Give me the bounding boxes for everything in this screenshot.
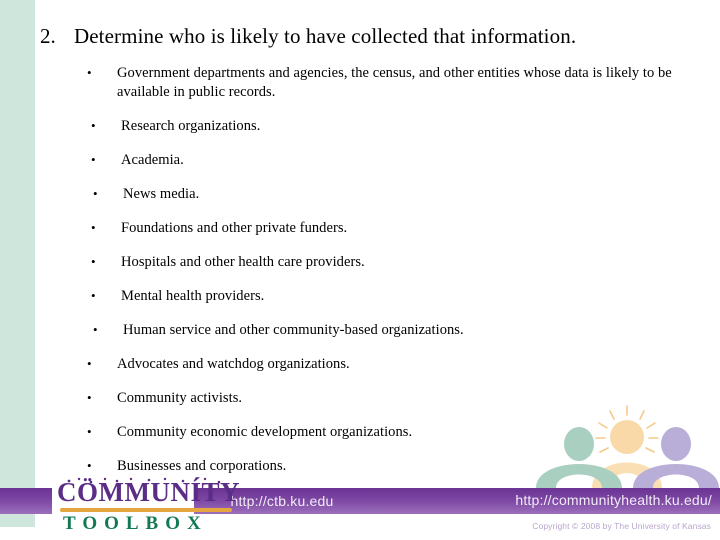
- bullet-item-text: Government departments and agencies, the…: [117, 65, 672, 100]
- logo-orange-rule: [60, 508, 232, 512]
- bullet-marker-icon: •: [91, 220, 96, 235]
- bullet-item-text: Research organizations.: [121, 118, 261, 134]
- bullet-marker-icon: •: [87, 65, 92, 80]
- three-people-sun-icon: [534, 404, 720, 488]
- bullet-list-item: • News media.: [90, 185, 684, 204]
- ctb-url-label: http://ctb.ku.edu: [230, 493, 334, 509]
- bullet-item-text: News media.: [123, 186, 200, 202]
- slide-title-text: Determine who is likely to have collecte…: [74, 24, 577, 48]
- slide-title: 2. Determine who is likely to have colle…: [40, 26, 700, 47]
- bullet-item-text: Community economic development organizat…: [117, 424, 413, 440]
- footer-left-cap: [0, 488, 52, 514]
- bullet-list-item: • Advocates and watchdog organizations.: [84, 355, 684, 374]
- bullet-item-text: Community activists.: [117, 390, 243, 406]
- bullet-list-item: • Research organizations.: [88, 117, 684, 136]
- bullet-list-item: • Human service and other community-based…: [90, 321, 684, 340]
- left-accent-band-green: [0, 0, 35, 527]
- bullet-item-text: Advocates and watchdog organizations.: [117, 356, 350, 372]
- bullet-item-text: Businesses and corporations.: [117, 458, 287, 474]
- bullet-marker-icon: •: [93, 186, 98, 201]
- logo-decorative-dots-icon: [57, 477, 237, 511]
- bullet-marker-icon: •: [91, 118, 96, 133]
- bullet-list-item: • Government departments and agencies, th…: [84, 64, 684, 102]
- bullet-marker-icon: •: [87, 458, 92, 473]
- bullet-marker-icon: •: [91, 288, 96, 303]
- bullet-item-text: Human service and other community-based …: [123, 322, 464, 338]
- bullet-marker-icon: •: [91, 254, 96, 269]
- community-toolbox-logo: CÖMMUNÍTY TOOLBOX: [57, 477, 239, 534]
- bullet-item-text: Mental health providers.: [121, 288, 265, 304]
- bullet-marker-icon: •: [87, 424, 92, 439]
- slide-canvas: 2. Determine who is likely to have colle…: [0, 0, 720, 540]
- bullet-item-text: Hospitals and other health care provider…: [121, 254, 365, 270]
- logo-word-toolbox: TOOLBOX: [63, 513, 208, 534]
- bullet-list-item: • Hospitals and other health care provide…: [88, 253, 684, 272]
- bullet-marker-icon: •: [87, 390, 92, 405]
- left-accent-band-white: [35, 0, 44, 527]
- bullet-list-item: • Foundations and other private funders.: [88, 219, 684, 238]
- bullet-marker-icon: •: [91, 152, 96, 167]
- bullet-marker-icon: •: [93, 322, 98, 337]
- bullet-item-text: Foundations and other private funders.: [121, 220, 348, 236]
- slide-title-number: 2.: [40, 24, 56, 48]
- communityhealth-url-label[interactable]: http://communityhealth.ku.edu/: [515, 492, 712, 508]
- copyright-notice: Copyright © 2008 by The University of Ka…: [532, 521, 711, 531]
- bullet-item-text: Academia.: [121, 152, 184, 168]
- bullet-marker-icon: •: [87, 356, 92, 371]
- bullet-list-item: • Academia.: [88, 151, 684, 170]
- bullet-list-item: • Mental health providers.: [88, 287, 684, 306]
